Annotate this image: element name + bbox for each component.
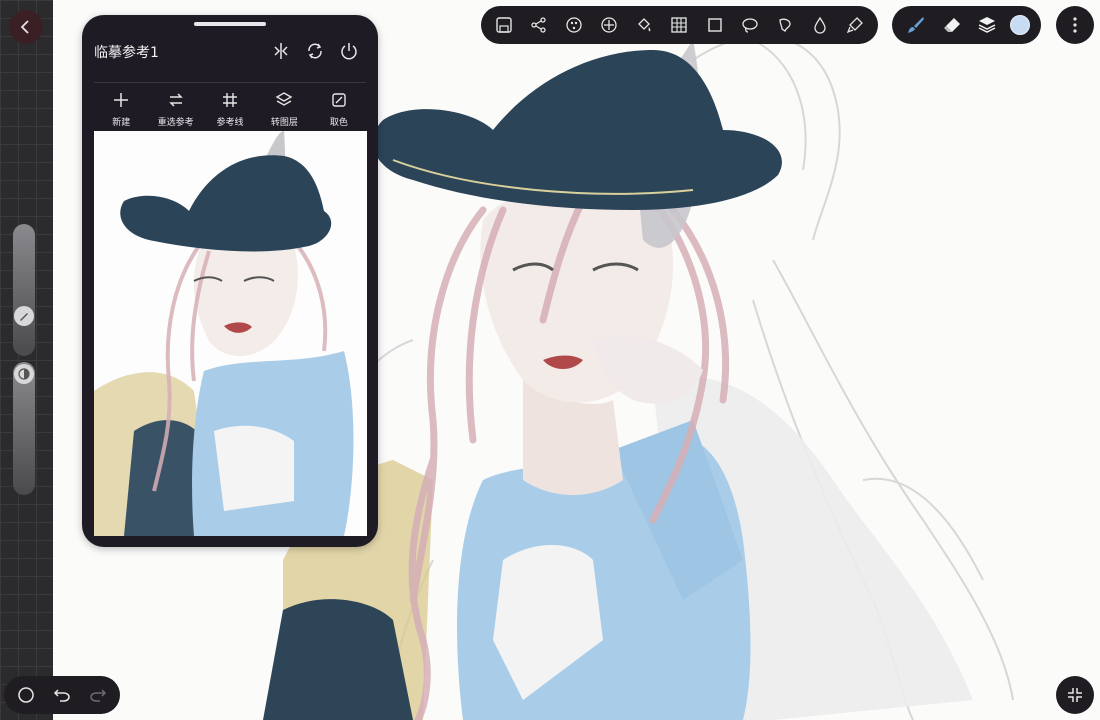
collapse-icon [1068,688,1082,702]
grid-hash-icon [223,93,238,107]
flip-icon [274,43,288,59]
fill-button[interactable] [631,12,657,38]
back-button[interactable] [9,10,43,44]
panel-drag-handle[interactable] [194,22,266,26]
flip-button[interactable] [270,40,292,62]
plus-icon [114,93,129,107]
opacity-icon [18,368,30,380]
fill-icon [638,18,651,32]
tool-label: 重选参考 [157,118,194,128]
opacity-slider-knob[interactable] [14,364,34,384]
adjust-button[interactable] [561,12,587,38]
eraser-icon [943,18,960,32]
layers-icon [979,17,996,33]
lasso-icon [742,18,758,33]
undo-button[interactable] [49,682,75,708]
more-vertical-icon [1073,17,1077,33]
layers-icon [276,92,293,106]
eyedropper-icon [332,93,346,107]
brush-button[interactable] [903,12,929,38]
redo-icon [90,689,107,702]
save-icon [496,17,512,33]
reference-panel-title: 临摹参考1 [94,45,159,61]
grid-icon [671,17,688,33]
reselect-reference-tool[interactable]: 重选参考 [148,91,202,135]
smudge-button[interactable] [842,12,868,38]
history-controls [4,676,120,714]
left-sidebar [0,0,53,720]
rect-select-icon [707,18,722,32]
share-button[interactable] [526,12,552,38]
transform-icon [601,17,617,33]
layers-button[interactable] [974,12,1000,38]
current-color-swatch[interactable] [1010,15,1031,35]
transform-button[interactable] [596,12,622,38]
new-reference-tool[interactable]: 新建 [94,91,148,135]
tool-label: 转图层 [270,118,298,128]
panel-divider [94,82,366,83]
redo-button[interactable] [85,682,111,708]
fullscreen-button[interactable] [1056,676,1094,714]
close-reference-button[interactable] [338,40,360,62]
rect-select-button[interactable] [702,12,728,38]
brush-opacity-slider[interactable] [13,362,35,495]
more-menu-button[interactable] [1056,6,1094,44]
reference-tools: 新建 重选参考 参考线 转图层 取色 [94,91,366,135]
shape-icon [779,18,791,33]
tool-label: 取色 [329,118,348,128]
share-icon [531,17,546,33]
refresh-button[interactable] [304,40,326,62]
lasso-button[interactable] [737,12,763,38]
brush-icon [907,17,924,33]
tool-label: 参考线 [216,118,244,128]
grid-button[interactable] [666,12,692,38]
swap-icon [168,93,183,107]
power-icon [341,43,357,60]
undo-icon [53,689,70,702]
pencil-icon [20,313,28,321]
reference-panel[interactable]: 临摹参考1 新建 重选参考 参考线 转图层 取色 [82,15,378,547]
top-toolbar [481,6,878,44]
liquify-button[interactable] [807,12,833,38]
shape-button[interactable] [772,12,798,38]
liquify-icon [814,16,826,34]
guide-lines-tool[interactable]: 参考线 [203,91,257,135]
brush-size-slider[interactable] [13,224,35,356]
eyedropper-tool[interactable]: 取色 [312,91,366,135]
adjust-icon [566,17,582,33]
eraser-button[interactable] [939,12,965,38]
to-layer-tool[interactable]: 转图层 [257,91,311,135]
refresh-icon [308,43,322,59]
circle-icon [18,687,34,703]
brush-tools [892,6,1041,44]
smudge-icon [846,17,863,34]
save-button[interactable] [491,12,517,38]
chevron-left-icon [20,20,29,34]
reference-artwork [94,131,367,536]
gesture-button[interactable] [13,682,39,708]
tool-label: 新建 [112,118,131,128]
size-slider-knob[interactable] [14,306,34,326]
reference-image[interactable] [94,131,367,536]
